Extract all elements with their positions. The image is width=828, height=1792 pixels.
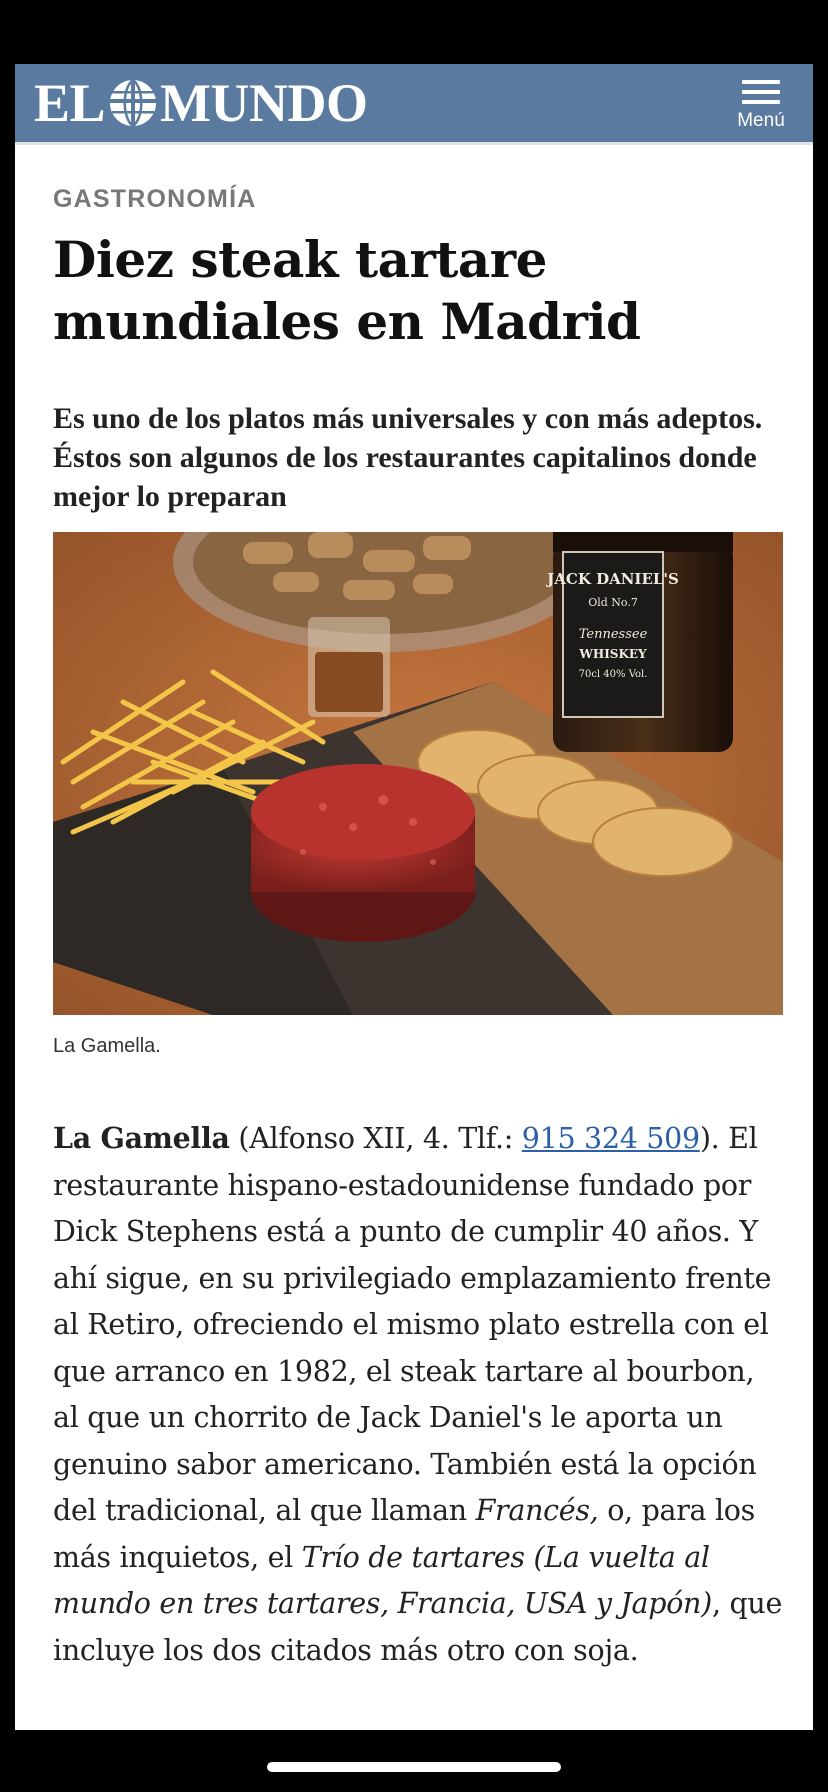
- article-subtitle: Es uno de los platos más universales y c…: [53, 402, 763, 513]
- bottle-label-whiskey: WHISKEY: [578, 647, 647, 661]
- section-label[interactable]: GASTRONOMÍA: [53, 184, 783, 214]
- bottle-label-volume: 70cl 40% Vol.: [579, 669, 648, 680]
- bottle-label-old-no7: Old No.7: [588, 596, 638, 609]
- restaurant-address: (Alfonso XII, 4. Tlf.:: [229, 1122, 522, 1155]
- logo-text-left: EL: [34, 73, 106, 133]
- top-navigation-bar: EL MUNDO Menú: [15, 64, 813, 145]
- globe-icon: [108, 78, 159, 128]
- phone-link[interactable]: 915 324 509: [522, 1122, 700, 1155]
- bottle-label-brand: JACK DANIEL'S: [545, 570, 679, 588]
- hamburger-icon: [731, 76, 791, 104]
- article-screen: EL MUNDO Menú GASTRONOMÍA Diez steak tar…: [15, 64, 813, 1730]
- el-mundo-logo[interactable]: EL MUNDO: [34, 75, 368, 131]
- logo-text-right: MUNDO: [160, 73, 368, 133]
- image-caption: La Gamella.: [53, 1035, 161, 1057]
- body-italic-frances: Francés,: [475, 1494, 599, 1527]
- steak-tartare-photo: JACK DANIEL'S Old No.7 Tennessee WHISKEY…: [53, 532, 783, 1015]
- menu-button[interactable]: Menú: [731, 76, 791, 132]
- article-content: GASTRONOMÍA Diez steak tartare mundiales…: [53, 184, 783, 1674]
- home-indicator[interactable]: [267, 1762, 561, 1772]
- body-text-1: ). El restaurante hispano-estadounidense…: [53, 1122, 772, 1527]
- bottle-label-tennessee: Tennessee: [579, 627, 648, 642]
- article-title: Diez steak tartare mundiales en Madrid: [53, 230, 641, 351]
- article-body-paragraph: La Gamella (Alfonso XII, 4. Tlf.: 915 32…: [53, 1115, 783, 1674]
- article-photo[interactable]: JACK DANIEL'S Old No.7 Tennessee WHISKEY…: [53, 532, 783, 1015]
- menu-label: Menú: [737, 110, 785, 131]
- restaurant-name: La Gamella: [53, 1121, 230, 1155]
